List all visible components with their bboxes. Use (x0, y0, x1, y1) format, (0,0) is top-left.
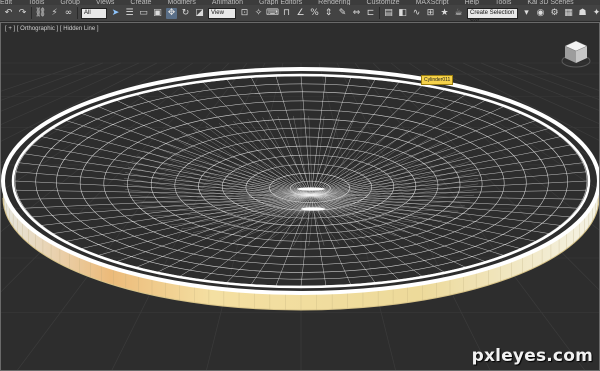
select-by-name-icon[interactable]: ☰ (124, 8, 135, 19)
render-icon[interactable]: ☗ (577, 8, 588, 19)
layer-icon[interactable]: ▤ (383, 8, 394, 19)
rendered-frame-icon[interactable]: ▦ (563, 8, 574, 19)
angle-snap-icon[interactable]: ∠ (295, 8, 306, 19)
toolbar-separator (31, 7, 32, 19)
unlink-icon[interactable]: ⚡ (49, 8, 60, 19)
reference-coordinate-dropdown[interactable]: View (208, 7, 236, 19)
percent-snap-icon[interactable]: % (309, 8, 320, 19)
schematic-icon[interactable]: ⊞ (425, 8, 436, 19)
link-icon[interactable]: ⛓ (35, 8, 46, 19)
mirror-icon[interactable]: ⇔ (351, 8, 362, 19)
snaps-icon[interactable]: ⊓ (281, 8, 292, 19)
object-name-tag[interactable]: Cylinder011 (421, 75, 454, 85)
viewcube-icon[interactable] (561, 37, 591, 71)
window-crossing-icon[interactable]: ▣ (152, 8, 163, 19)
watermark: pxleyes.com (471, 346, 593, 366)
environment-icon[interactable]: ✦ (591, 8, 600, 19)
spinner-snap-icon[interactable]: ⇕ (323, 8, 334, 19)
toolbar-separator (379, 7, 380, 19)
rotate-icon[interactable]: ↻ (180, 8, 191, 19)
scene-canvas[interactable] (1, 23, 600, 371)
bind-icon[interactable]: ∞ (63, 8, 74, 19)
graphite-icon[interactable]: ◧ (397, 8, 408, 19)
move-icon[interactable]: ✥ (166, 7, 177, 19)
manipulate-icon[interactable]: ✧ (253, 8, 264, 19)
dropdown-arrow-icon[interactable]: ▾ (521, 8, 532, 19)
selection-filter-dropdown[interactable]: All (81, 7, 107, 19)
undo-icon[interactable]: ↶ (3, 8, 14, 19)
material-editor-icon[interactable]: ◉ (535, 8, 546, 19)
render-setup-icon[interactable]: ⚙ (549, 8, 560, 19)
star-icon[interactable]: ★ (439, 8, 450, 19)
scale-icon[interactable]: ◪ (194, 8, 205, 19)
select-icon[interactable]: ➤ (110, 8, 121, 19)
redo-icon[interactable]: ↷ (17, 8, 28, 19)
perspective-viewport[interactable]: [ + ] [ Orthographic ] [ Hidden Line ] C… (0, 22, 600, 371)
align-icon[interactable]: ⊏ (365, 8, 376, 19)
toolbar-separator (77, 7, 78, 19)
selection-set-dropdown[interactable]: Create Selection Set (467, 7, 518, 21)
curve-editor-icon[interactable]: ∿ (411, 8, 422, 19)
keyboard-shortcut-icon[interactable]: ⌨ (266, 8, 279, 19)
viewport-label[interactable]: [ + ] [ Orthographic ] [ Hidden Line ] (5, 26, 99, 32)
pivot-icon[interactable]: ⊡ (239, 8, 250, 19)
named-selection-icon[interactable]: ✎ (337, 8, 348, 19)
main-toolbar: ↶ ↷ ⛓ ⚡ ∞ All ➤ ☰ ▭ ▣ ✥ ↻ ◪ View ⊡ ✧ ⌨ ⊓… (0, 5, 600, 22)
teapot-icon[interactable]: ☕ (453, 8, 464, 19)
select-region-icon[interactable]: ▭ (138, 8, 149, 19)
